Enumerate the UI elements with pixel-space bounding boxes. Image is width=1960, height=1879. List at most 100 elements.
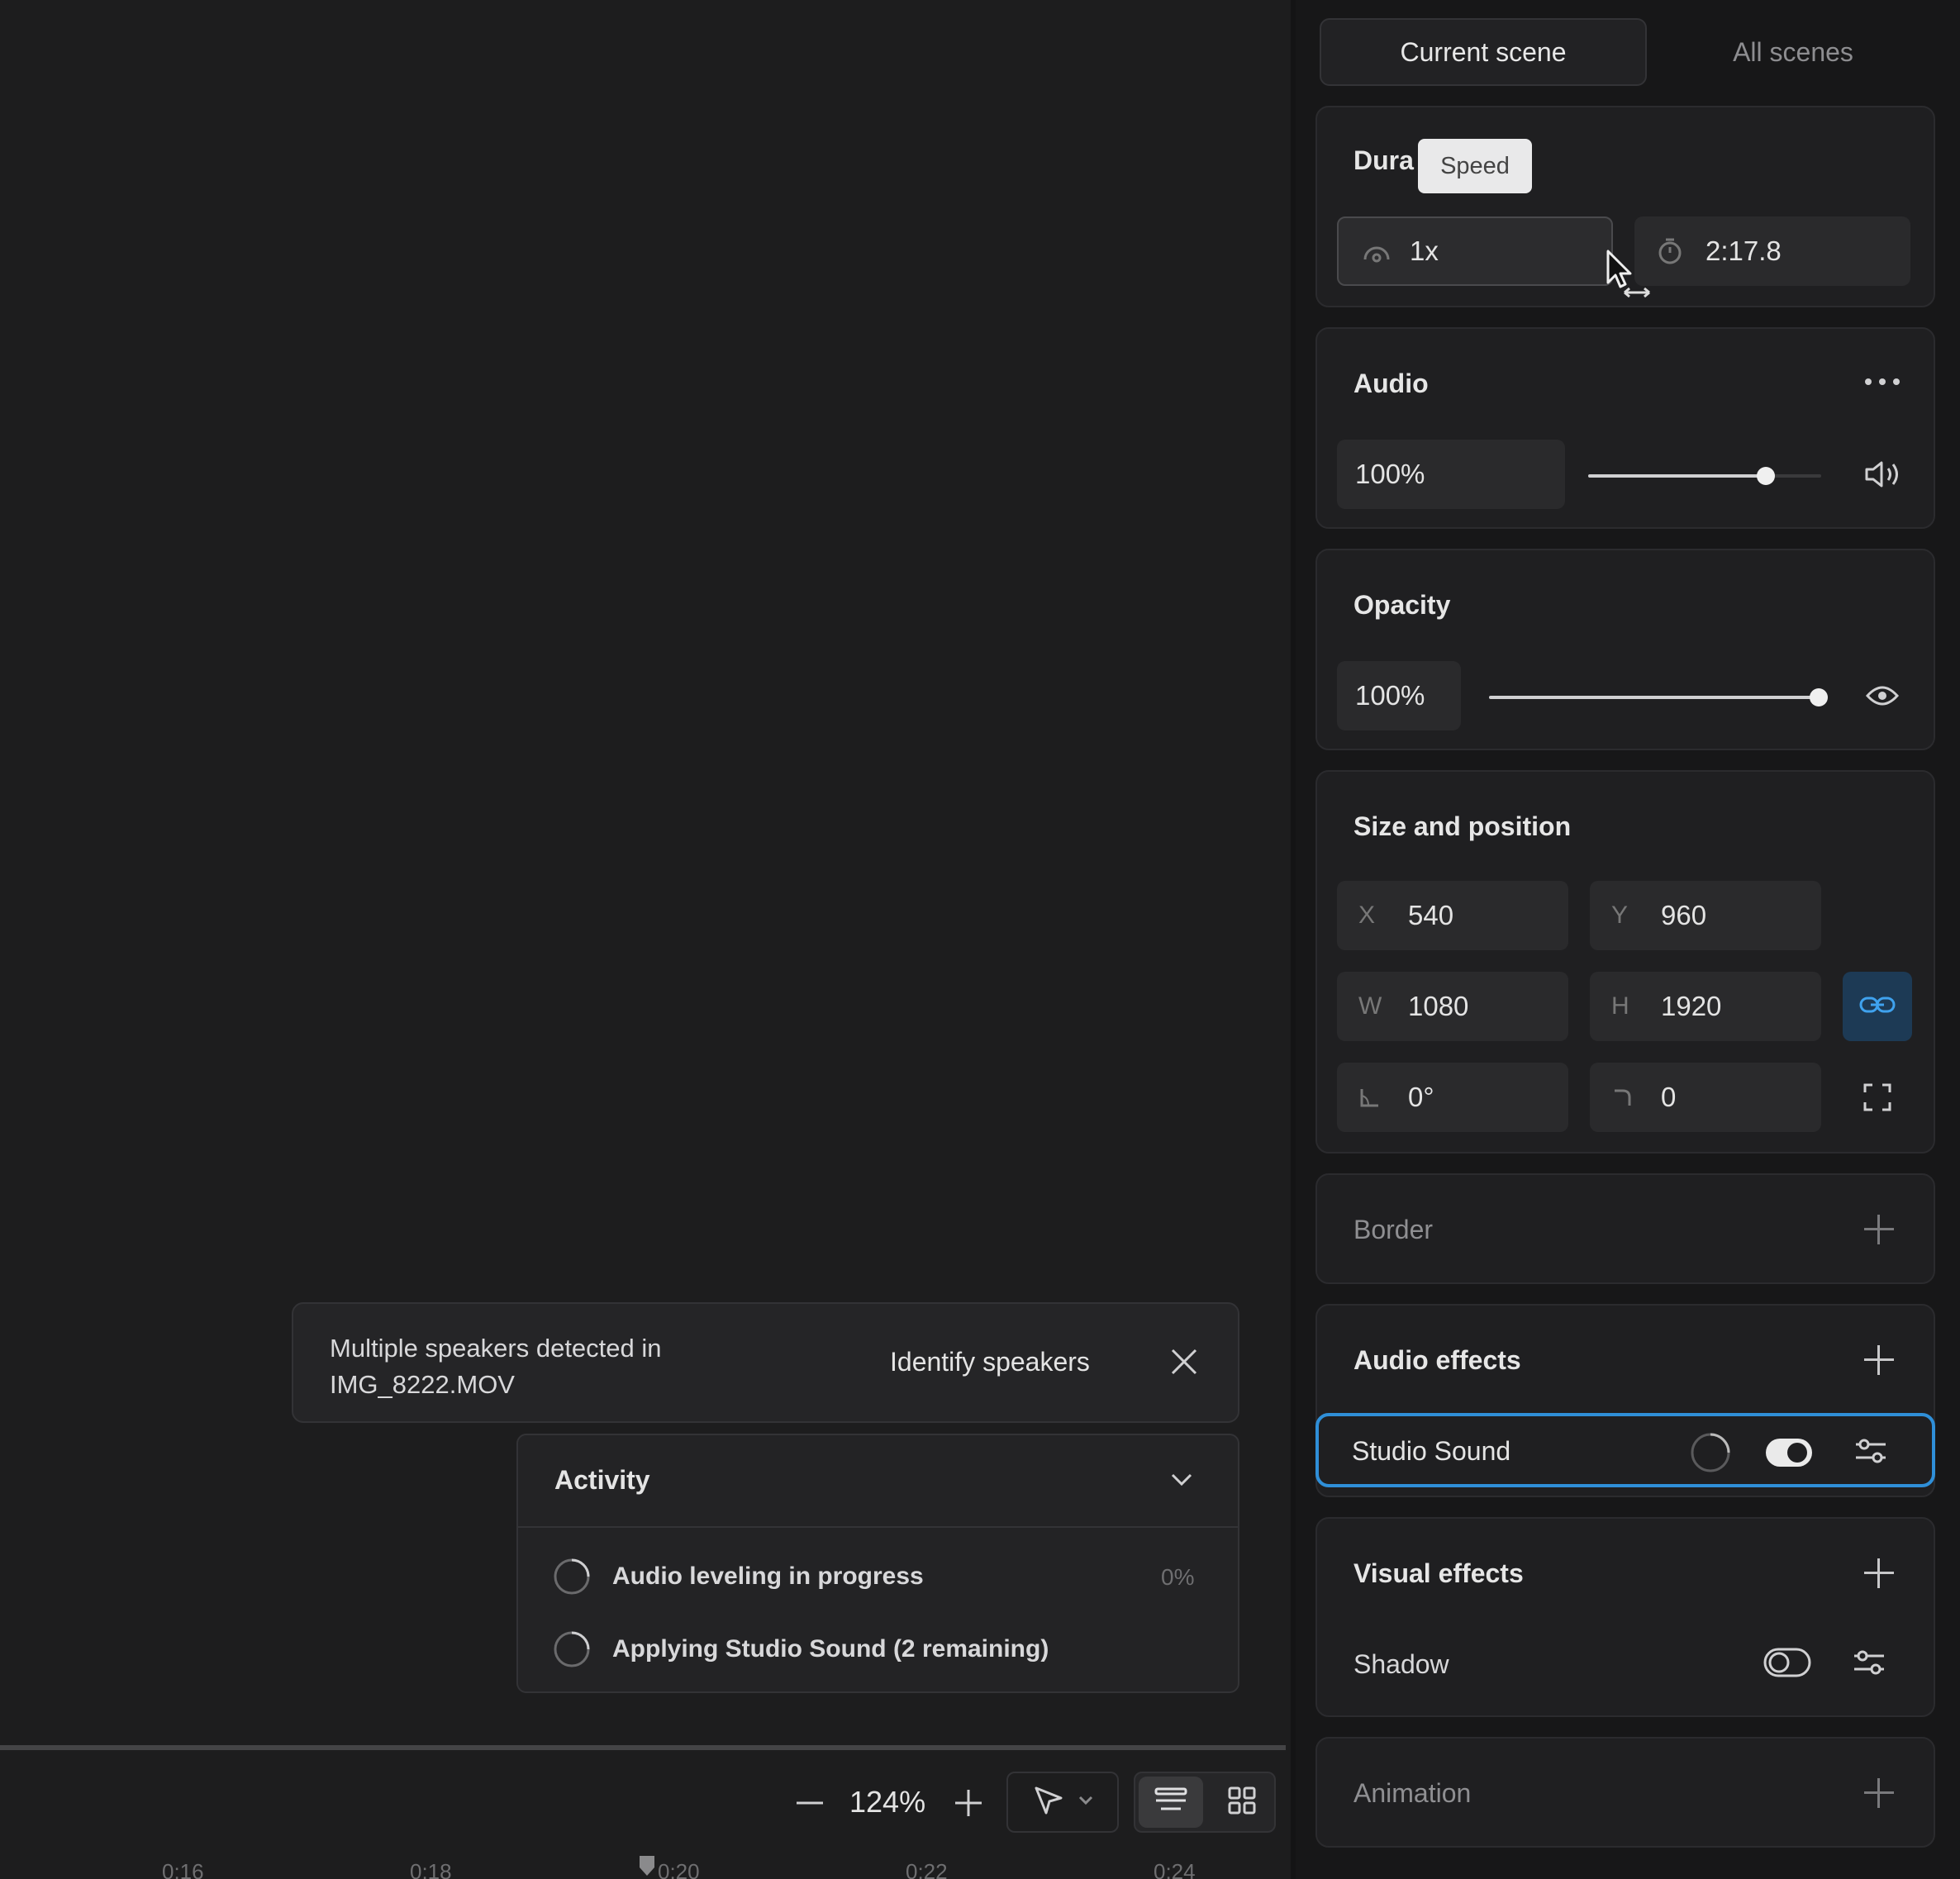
timeline-tick: 0:22 (906, 1859, 948, 1879)
x-value: 540 (1408, 900, 1454, 930)
opacity-slider[interactable] (1489, 696, 1816, 699)
h-value: 1920 (1661, 991, 1722, 1021)
x-field[interactable]: X 540 (1337, 881, 1568, 950)
activity-item: Audio leveling in progress 0% (518, 1546, 1238, 1607)
pointer-icon (1031, 1783, 1066, 1822)
studio-sound-settings-icon[interactable] (1853, 1433, 1889, 1473)
chevron-down-icon[interactable] (1169, 1472, 1194, 1492)
close-icon[interactable] (1169, 1347, 1199, 1381)
shadow-settings-icon[interactable] (1851, 1644, 1887, 1685)
audio-volume-slider-fill (1588, 474, 1765, 478)
add-visual-effect-icon[interactable] (1862, 1557, 1896, 1590)
progress-spinner-icon (553, 1630, 591, 1672)
toast-message: Multiple speakers detected in IMG_8222.M… (330, 1330, 662, 1403)
audio-card: Audio 100% (1315, 327, 1935, 529)
visual-effects-title: Visual effects (1353, 1558, 1524, 1588)
studio-sound-label: Studio Sound (1352, 1436, 1511, 1466)
audio-volume-value: 100% (1355, 459, 1425, 489)
toast-message-line1: Multiple speakers detected in (330, 1334, 662, 1363)
w-value: 1080 (1408, 991, 1469, 1021)
speed-field[interactable]: 1x (1337, 216, 1613, 286)
border-title: Border (1353, 1215, 1434, 1244)
duration-time-field[interactable]: 2:17.8 (1634, 216, 1910, 286)
zoom-in-icon[interactable] (952, 1786, 985, 1824)
animation-card[interactable]: Animation (1315, 1737, 1935, 1848)
add-audio-effect-icon[interactable] (1862, 1344, 1896, 1377)
corner-radius-icon (1611, 1086, 1661, 1109)
stopwatch-icon (1656, 236, 1705, 266)
activity-item-progress: 0% (1161, 1564, 1195, 1590)
activity-item-label: Audio leveling in progress (612, 1563, 924, 1590)
progress-spinner-icon (553, 1558, 591, 1600)
activity-title: Activity (554, 1465, 650, 1495)
timeline-tick: 0:20 (658, 1859, 700, 1879)
studio-sound-toggle[interactable] (1765, 1438, 1813, 1472)
rotation-field[interactable]: 0° (1337, 1063, 1568, 1132)
playhead-icon[interactable] (638, 1854, 656, 1879)
height-field[interactable]: H 1920 (1590, 972, 1821, 1041)
timeline-tick: 0:24 (1154, 1859, 1196, 1879)
rotation-angle-icon (1358, 1086, 1408, 1109)
y-field[interactable]: Y 960 (1590, 881, 1821, 950)
width-field[interactable]: W 1080 (1337, 972, 1568, 1041)
link-icon (1859, 995, 1896, 1019)
zoom-level[interactable]: 124% (849, 1785, 925, 1820)
speaker-icon[interactable] (1858, 450, 1907, 499)
audio-title: Audio (1353, 369, 1429, 398)
shadow-toggle[interactable] (1763, 1648, 1811, 1682)
mouse-cursor-icon (1606, 250, 1656, 308)
more-options-icon[interactable] (1858, 357, 1907, 407)
view-toggle-group (1134, 1772, 1276, 1833)
audio-effects-title: Audio effects (1353, 1345, 1521, 1375)
timeline-tick: 0:16 (162, 1859, 204, 1879)
tab-all-scenes[interactable]: All scenes (1653, 18, 1934, 86)
opacity-card: Opacity 100% (1315, 549, 1935, 750)
corner-radius-value: 0 (1661, 1082, 1677, 1112)
chevron-down-icon (1078, 1795, 1094, 1810)
opacity-value: 100% (1355, 680, 1425, 711)
grid-icon (1227, 1786, 1257, 1820)
tab-current-scene[interactable]: Current scene (1320, 18, 1647, 86)
eye-icon[interactable] (1858, 671, 1907, 721)
activity-item-label: Applying Studio Sound (2 remaining) (612, 1635, 1049, 1663)
speed-gauge-icon (1360, 236, 1410, 266)
add-border-icon[interactable] (1862, 1213, 1896, 1246)
audio-volume-field[interactable]: 100% (1337, 440, 1565, 509)
h-label: H (1611, 992, 1629, 1020)
opacity-field[interactable]: 100% (1337, 661, 1461, 730)
speed-value: 1x (1410, 235, 1439, 266)
shadow-label: Shadow (1353, 1649, 1449, 1679)
x-label: X (1358, 901, 1376, 929)
identify-speakers-link[interactable]: Identify speakers (890, 1347, 1090, 1377)
animation-title: Animation (1353, 1778, 1472, 1808)
timeline-view-button[interactable] (1139, 1777, 1203, 1828)
timeline-tick: 0:18 (410, 1859, 452, 1879)
activity-panel: Activity Audio leveling in progress 0% A… (516, 1434, 1239, 1693)
speed-tooltip: Speed (1418, 139, 1532, 193)
studio-sound-effect-row[interactable]: Studio Sound (1315, 1413, 1935, 1487)
zoom-out-icon[interactable] (793, 1786, 826, 1824)
duration-time-value: 2:17.8 (1705, 235, 1782, 266)
rotation-value: 0° (1408, 1082, 1434, 1112)
fullscreen-icon[interactable] (1853, 1073, 1902, 1122)
activity-divider (518, 1526, 1238, 1528)
toast-message-line2: IMG_8222.MOV (330, 1370, 515, 1399)
speakers-detected-toast: Multiple speakers detected in IMG_8222.M… (292, 1302, 1239, 1423)
link-aspect-ratio-button[interactable] (1843, 972, 1912, 1041)
loading-spinner-icon (1689, 1431, 1732, 1478)
timeline-divider[interactable] (0, 1745, 1286, 1750)
y-label: Y (1611, 901, 1629, 929)
border-card[interactable]: Border (1315, 1173, 1935, 1284)
opacity-title: Opacity (1353, 590, 1451, 620)
size-position-title: Size and position (1353, 811, 1572, 841)
size-position-card: Size and position X 540 Y 960 W 1080 H 1… (1315, 770, 1935, 1154)
y-value: 960 (1661, 900, 1707, 930)
visual-effects-card: Visual effects Shadow (1315, 1517, 1935, 1717)
opacity-slider-thumb[interactable] (1810, 688, 1828, 706)
corner-radius-field[interactable]: 0 (1590, 1063, 1821, 1132)
activity-item: Applying Studio Sound (2 remaining) (518, 1619, 1238, 1680)
add-animation-icon[interactable] (1862, 1777, 1896, 1810)
audio-volume-slider-thumb[interactable] (1757, 467, 1775, 485)
select-tool-dropdown[interactable] (1006, 1772, 1119, 1833)
grid-view-button[interactable] (1210, 1777, 1274, 1828)
